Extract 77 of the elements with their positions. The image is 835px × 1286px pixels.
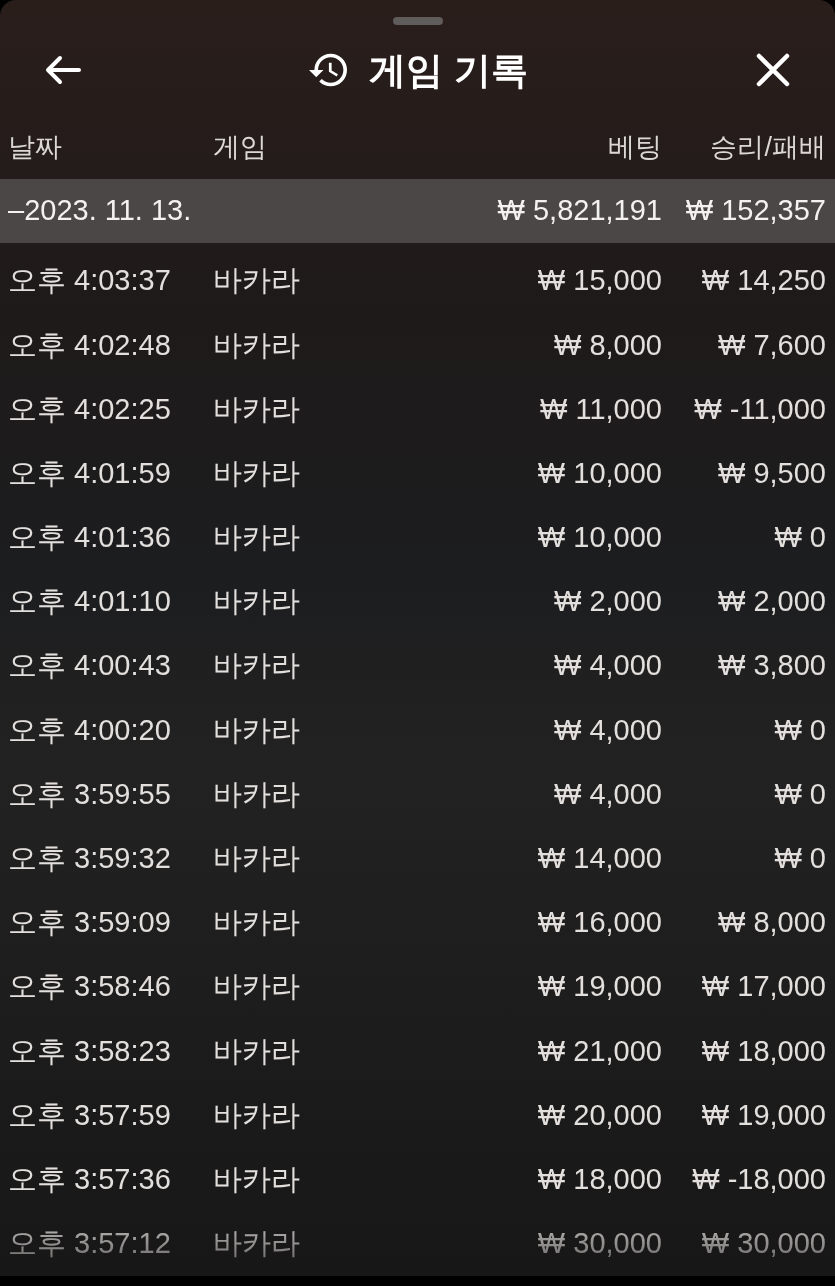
time-text: 오후 4:01:36: [8, 520, 172, 556]
column-header: 날짜: [8, 130, 63, 164]
win-loss-amount: ₩ 0: [773, 520, 826, 556]
game-name: 바카라: [213, 841, 301, 877]
game-name: 바카라: [213, 584, 301, 620]
bet-amount: ₩ 19,000: [536, 969, 662, 1005]
column-header: 베팅: [607, 130, 662, 164]
win-loss-amount: ₩ 0: [773, 776, 826, 812]
time-text: 오후 4:02:25: [8, 391, 172, 427]
game-name: 바카라: [213, 391, 301, 427]
game-name: 바카라: [213, 520, 301, 556]
time-text: 오후 4:00:43: [8, 648, 172, 684]
time-text: 오후 3:57:59: [8, 1097, 172, 1133]
win-loss-amount: ₩ -11,000: [693, 391, 826, 427]
column-header: 승리/패배: [709, 130, 826, 164]
time-text: 오후 3:59:32: [8, 841, 172, 877]
game-name: 바카라: [213, 969, 301, 1005]
bet-amount: ₩ 30,000: [536, 1226, 662, 1262]
time-text: 오후 3:58:46: [8, 969, 172, 1005]
time-text: 오후 3:59:09: [8, 905, 172, 941]
bet-amount: ₩ 4,000: [553, 776, 662, 812]
time-text: 오후 4:03:37: [8, 263, 172, 299]
time-text: 오후 4:02:48: [8, 327, 172, 363]
group-date: –2023. 11. 13.: [8, 193, 193, 229]
bet-amount: ₩ 21,000: [536, 1033, 662, 1069]
win-loss-amount: ₩ 8,000: [717, 905, 826, 941]
bet-amount: ₩ 10,000: [536, 455, 662, 491]
game-name: 바카라: [213, 1226, 301, 1262]
game-name: 바카라: [213, 1161, 301, 1197]
win-loss-amount: ₩ -18,000: [691, 1161, 826, 1197]
bet-amount: ₩ 15,000: [536, 263, 662, 299]
time-text: 오후 4:00:20: [8, 712, 172, 748]
game-name: 바카라: [213, 263, 301, 299]
win-loss-amount: ₩ 0: [773, 712, 826, 748]
win-loss-amount: ₩ 9,500: [717, 455, 826, 491]
date-group-row[interactable]: –2023. 11. 13. ₩ 5,821,191 ₩ 152,357: [0, 179, 835, 243]
game-name: 바카라: [213, 905, 301, 941]
time-text: 오후 3:59:55: [8, 776, 172, 812]
game-name: 바카라: [213, 455, 301, 491]
time-text: 오후 4:01:59: [8, 455, 172, 491]
game-name: 바카라: [213, 1097, 301, 1133]
win-loss-amount: ₩ 7,600: [717, 327, 826, 363]
bet-amount: ₩ 20,000: [536, 1097, 662, 1133]
bet-amount: ₩ 8,000: [553, 327, 662, 363]
bet-amount: ₩ 4,000: [553, 712, 662, 748]
bet-amount: ₩ 14,000: [536, 841, 662, 877]
win-loss-amount: ₩ 30,000: [700, 1226, 826, 1262]
win-loss-amount: ₩ 17,000: [700, 969, 826, 1005]
win-loss-amount: ₩ 19,000: [700, 1097, 826, 1133]
sheet-title: 게임 기록: [369, 51, 528, 89]
win-loss-amount: ₩ 2,000: [717, 584, 826, 620]
bet-amount: ₩ 16,000: [536, 905, 662, 941]
win-loss-amount: ₩ 14,250: [700, 263, 826, 299]
history-icon: [309, 53, 348, 87]
drag-handle[interactable]: [392, 17, 443, 25]
time-text: 오후 4:01:10: [8, 584, 172, 620]
game-name: 바카라: [213, 648, 301, 684]
win-loss-amount: ₩ 18,000: [700, 1033, 826, 1069]
bet-amount: ₩ 10,000: [536, 520, 662, 556]
close-icon[interactable]: [756, 53, 790, 87]
bet-amount: ₩ 11,000: [539, 391, 662, 427]
bet-amount: ₩ 2,000: [553, 584, 662, 620]
back-arrow-icon[interactable]: [45, 55, 81, 85]
time-text: 오후 3:57:12: [8, 1226, 172, 1262]
win-loss-amount: ₩ 3,800: [717, 648, 826, 684]
bet-amount: ₩ 4,000: [553, 648, 662, 684]
game-name: 바카라: [213, 776, 301, 812]
group-bet-total: ₩ 5,821,191: [496, 193, 662, 229]
group-win-loss-total: ₩ 152,357: [684, 193, 826, 229]
game-name: 바카라: [213, 712, 301, 748]
time-text: 오후 3:57:36: [8, 1161, 172, 1197]
bet-amount: ₩ 18,000: [536, 1161, 662, 1197]
game-name: 바카라: [213, 327, 301, 363]
win-loss-amount: ₩ 0: [773, 841, 826, 877]
time-text: 오후 3:58:23: [8, 1033, 172, 1069]
game-name: 바카라: [213, 1033, 301, 1069]
column-header: 게임: [213, 130, 268, 164]
